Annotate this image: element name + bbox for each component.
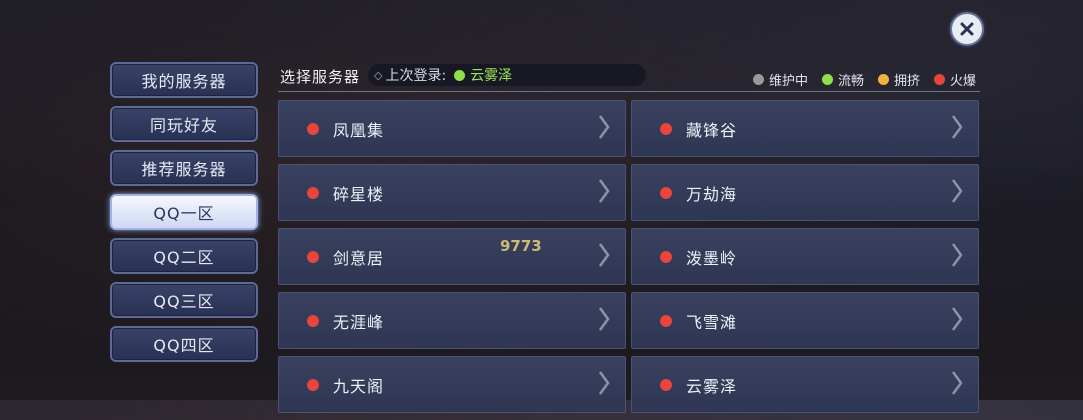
server-status-dot	[660, 186, 672, 199]
watermark-logo: 9773	[500, 237, 542, 255]
server-item[interactable]: 剑意居	[278, 228, 626, 285]
status-dot-orange	[877, 74, 889, 85]
tab-qq-region-1[interactable]: QQ一区	[110, 194, 258, 230]
server-status-dot	[660, 122, 672, 135]
server-grid: 凤凰集 藏锋谷 碎星楼 万劫海 剑意居 泼墨岭 无涯峰 飞雪滩 九天阁 云雾泽	[278, 100, 980, 420]
legend-label: 维护中	[768, 74, 808, 89]
chevron-right-icon	[598, 243, 610, 267]
server-name: 碎星楼	[333, 184, 385, 204]
tab-my-servers[interactable]: 我的服务器	[110, 62, 258, 98]
server-status-dot	[307, 378, 319, 391]
server-status-dot	[307, 314, 319, 327]
server-region-tabs: 我的服务器 同玩好友 推荐服务器 QQ一区 QQ二区 QQ三区 QQ四区	[110, 62, 258, 370]
close-icon	[960, 22, 974, 36]
chevron-right-icon	[598, 307, 610, 331]
chevron-right-icon	[598, 179, 610, 203]
server-item[interactable]: 泼墨岭	[631, 228, 979, 285]
page-title: 选择服务器	[280, 68, 361, 86]
server-name: 泼墨岭	[686, 248, 738, 268]
server-item[interactable]: 藏锋谷	[631, 100, 979, 157]
server-status-dot	[307, 122, 319, 135]
status-dot-green	[821, 74, 833, 85]
server-name: 九天阁	[333, 376, 385, 396]
server-name: 剑意居	[333, 248, 385, 268]
legend-label: 火爆	[949, 74, 976, 89]
status-dot-red	[933, 74, 945, 85]
server-status-dot	[307, 186, 319, 199]
chevron-right-icon	[951, 243, 963, 267]
server-item[interactable]: 碎星楼	[278, 164, 626, 221]
header-divider	[278, 91, 980, 92]
status-legend: 维护中 流畅 拥挤 火爆	[752, 70, 976, 89]
server-item[interactable]: 凤凰集	[278, 100, 626, 157]
chevron-right-icon	[951, 115, 963, 139]
diamond-icon: ◇	[374, 68, 383, 82]
tab-qq-region-4[interactable]: QQ四区	[110, 326, 258, 362]
tab-qq-region-2[interactable]: QQ二区	[110, 238, 258, 274]
legend-label: 流畅	[837, 74, 864, 89]
legend-hot: 火爆	[933, 70, 976, 89]
server-name: 万劫海	[686, 184, 738, 204]
server-list-header: 选择服务器 ◇ 上次登录: 云雾泽 维护中 流畅 拥挤 火爆	[278, 62, 980, 92]
status-dot-grey	[752, 74, 764, 85]
server-status-dot	[660, 314, 672, 327]
server-name: 凤凰集	[333, 120, 385, 140]
last-login-label: 上次登录:	[385, 68, 447, 84]
tab-recommended[interactable]: 推荐服务器	[110, 150, 258, 186]
server-name: 云雾泽	[686, 376, 738, 396]
last-login-status-dot	[454, 69, 466, 81]
server-name: 无涯峰	[333, 312, 385, 332]
server-item[interactable]: 云雾泽	[631, 356, 979, 413]
server-item[interactable]: 九天阁	[278, 356, 626, 413]
tab-qq-region-3[interactable]: QQ三区	[110, 282, 258, 318]
server-name: 飞雪滩	[686, 312, 738, 332]
chevron-right-icon	[951, 371, 963, 395]
server-status-dot	[307, 250, 319, 263]
server-item[interactable]: 万劫海	[631, 164, 979, 221]
legend-crowded: 拥挤	[877, 70, 920, 89]
legend-smooth: 流畅	[821, 70, 864, 89]
close-button[interactable]	[950, 12, 984, 46]
tab-friends[interactable]: 同玩好友	[110, 106, 258, 142]
server-item[interactable]: 无涯峰	[278, 292, 626, 349]
legend-label: 拥挤	[893, 74, 920, 89]
last-login-bar[interactable]: ◇ 上次登录: 云雾泽	[368, 64, 646, 86]
chevron-right-icon	[951, 307, 963, 331]
chevron-right-icon	[951, 179, 963, 203]
server-name: 藏锋谷	[686, 120, 738, 140]
server-status-dot	[660, 378, 672, 391]
last-login-server-name: 云雾泽	[470, 68, 513, 84]
server-item[interactable]: 飞雪滩	[631, 292, 979, 349]
legend-maintenance: 维护中	[752, 70, 808, 89]
chevron-right-icon	[598, 115, 610, 139]
server-status-dot	[660, 250, 672, 263]
chevron-right-icon	[598, 371, 610, 395]
